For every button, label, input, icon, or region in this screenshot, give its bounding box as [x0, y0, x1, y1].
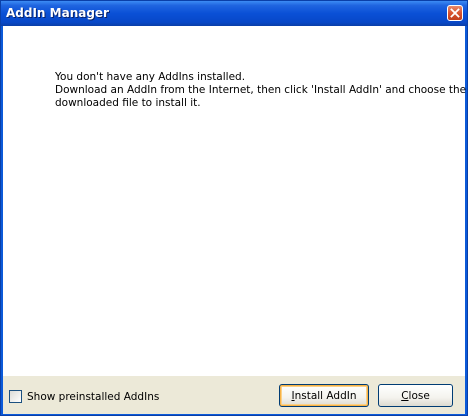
empty-message: You don't have any AddIns installed. Dow… [55, 71, 467, 110]
install-addin-label: Install AddIn [291, 390, 356, 402]
button-bar: Show preinstalled AddIns Install AddIn C… [3, 376, 465, 414]
close-label: Close [401, 390, 430, 402]
window-title: AddIn Manager [6, 6, 109, 20]
close-accel-key: C [401, 389, 409, 402]
show-preinstalled-checkbox[interactable] [9, 390, 22, 403]
message-line-2: Download an AddIn from the Internet, the… [55, 84, 467, 96]
close-label-rest: lose [408, 389, 430, 402]
title-bar[interactable]: AddIn Manager [1, 1, 467, 26]
close-button[interactable]: Close [378, 384, 453, 407]
close-x-icon [450, 8, 460, 18]
install-addin-button[interactable]: Install AddIn [279, 384, 369, 407]
install-label-rest: nstall AddIn [294, 389, 357, 402]
show-preinstalled-label[interactable]: Show preinstalled AddIns [27, 391, 159, 403]
dialog-frame: You don't have any AddIns installed. Dow… [3, 26, 467, 414]
message-line-3: downloaded file to install it. [55, 97, 201, 109]
message-line-1: You don't have any AddIns installed. [55, 71, 246, 83]
addin-list-area: You don't have any AddIns installed. Dow… [3, 26, 467, 376]
show-preinstalled-option[interactable]: Show preinstalled AddIns [9, 390, 159, 403]
addin-manager-window: AddIn Manager You don't have any AddIns … [0, 0, 468, 416]
window-close-button[interactable] [447, 5, 463, 21]
